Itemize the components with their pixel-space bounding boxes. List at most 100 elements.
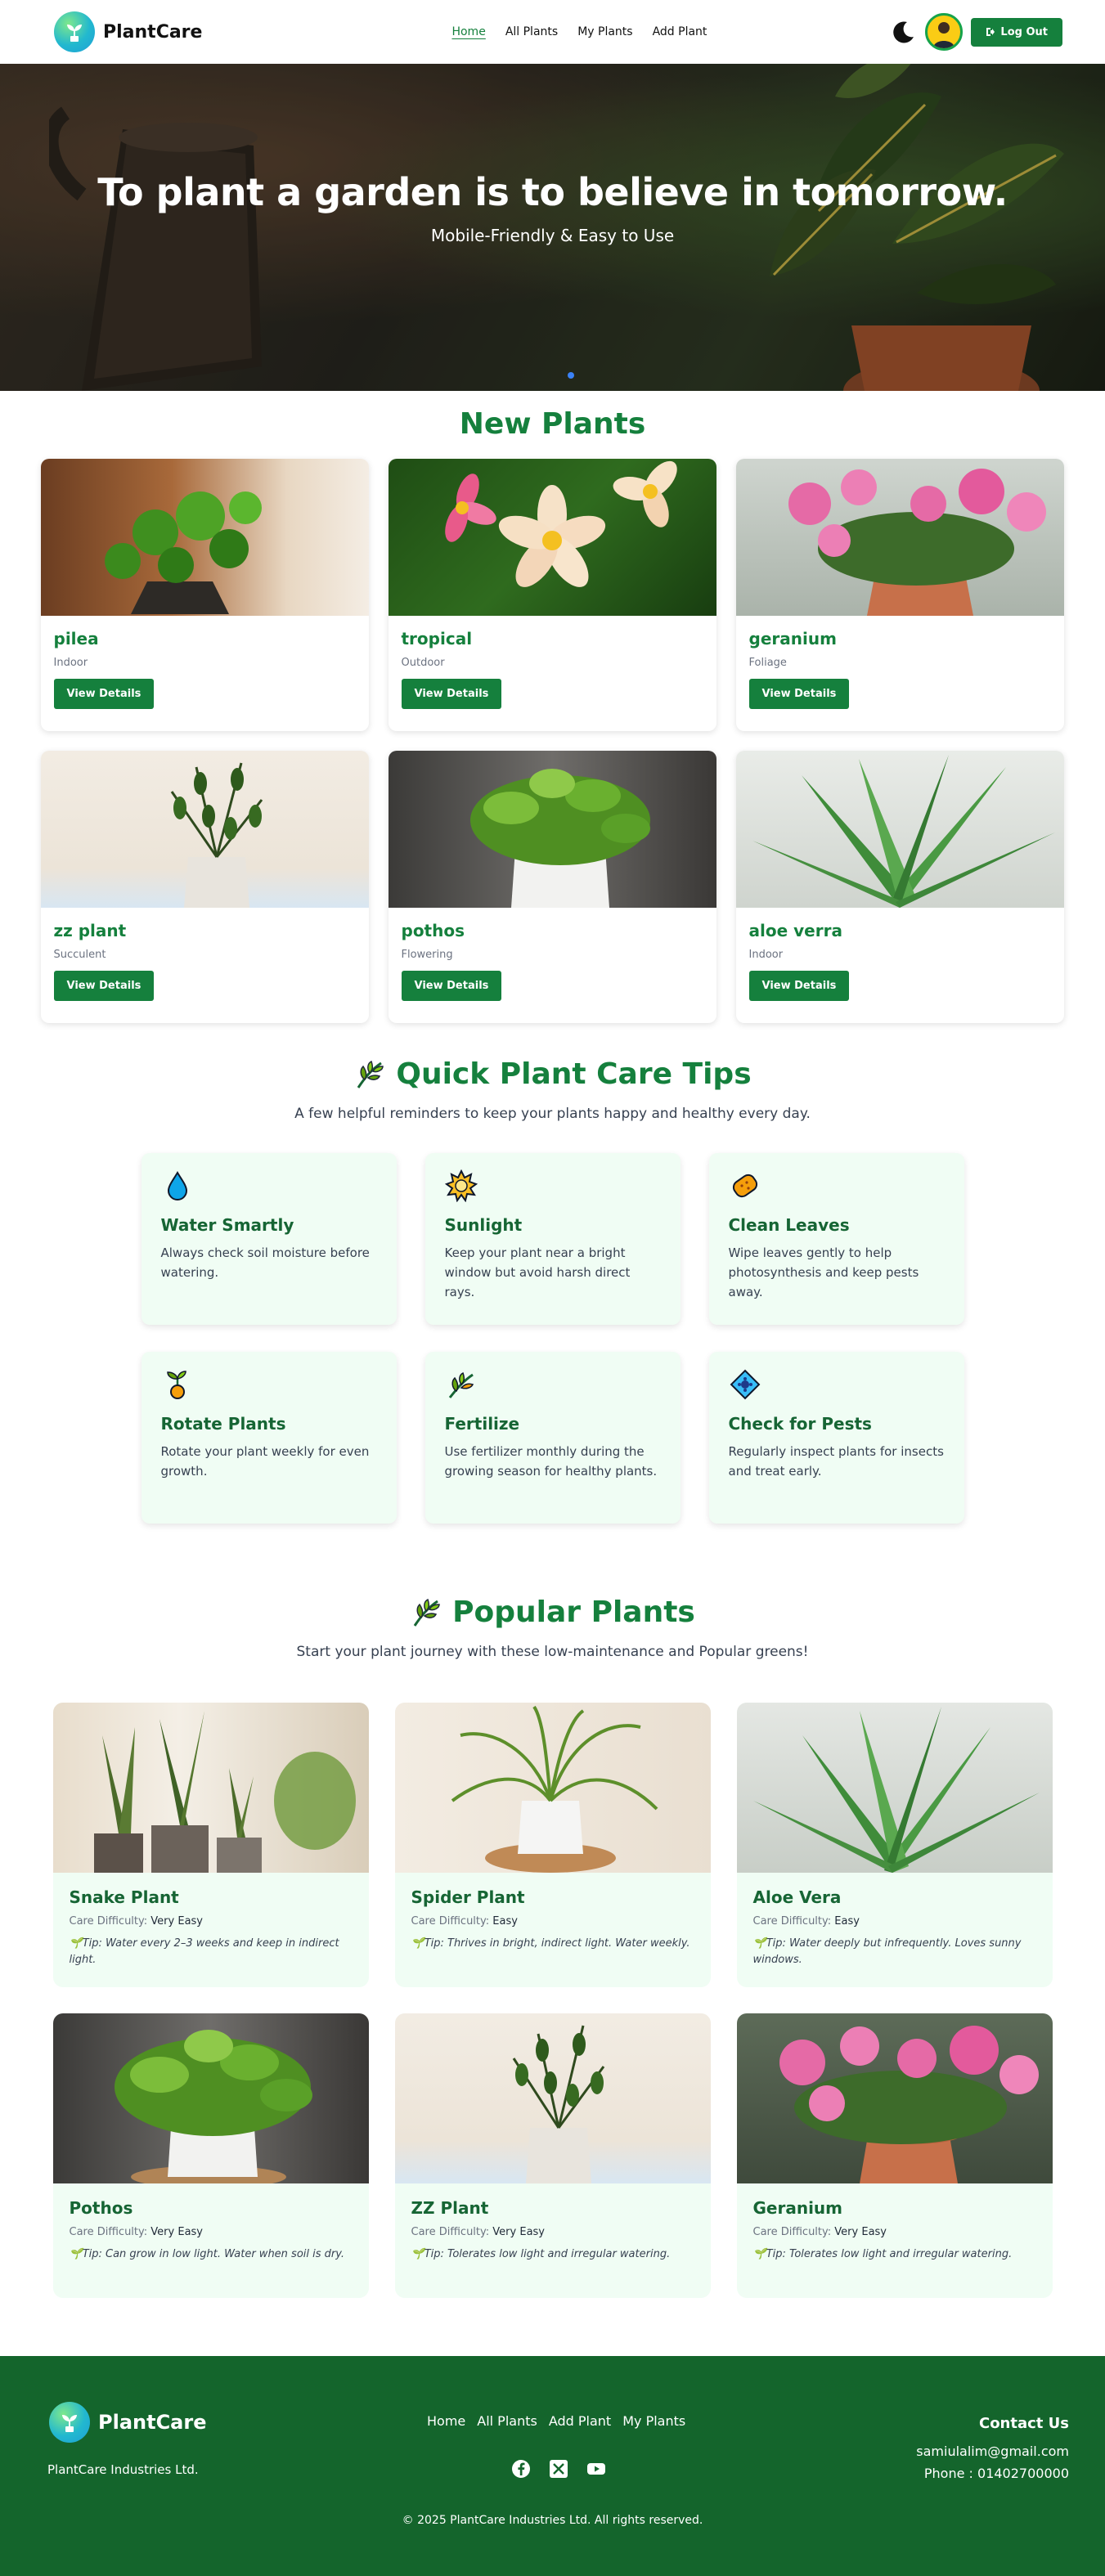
zz-plant-image bbox=[40, 751, 369, 908]
plant-tip: 🌱Tip: Water every 2–3 weeks and keep in … bbox=[69, 1937, 339, 1966]
plant-name: pilea bbox=[53, 629, 99, 648]
hero-title: To plant a garden is to believe in tomor… bbox=[97, 170, 1008, 214]
tip-title: Rotate Plants bbox=[160, 1414, 286, 1434]
aloe-vera-image bbox=[736, 1703, 1053, 1873]
plant-name: tropical bbox=[401, 629, 473, 648]
herb-icon bbox=[413, 1598, 440, 1627]
plant-name: geranium bbox=[748, 629, 837, 648]
popular-plant-card: Spider Plant Care Difficulty: Easy 🌱Tip:… bbox=[394, 1703, 711, 1987]
hero-subtitle: Mobile-Friendly & Easy to Use bbox=[430, 226, 675, 245]
popular-plant-name: Snake Plant bbox=[69, 1887, 179, 1907]
contact-phone: Phone : 01402700000 bbox=[923, 2466, 1069, 2481]
view-details-button[interactable]: View Details bbox=[748, 679, 850, 709]
aloe-vera-image bbox=[735, 751, 1064, 908]
tips-heading: Quick Plant Care Tips bbox=[0, 1057, 1105, 1091]
view-details-button[interactable]: View Details bbox=[748, 971, 850, 1001]
nav-add-plant[interactable]: Add Plant bbox=[653, 25, 707, 38]
plant-tip-text: Tip: Water deeply but infrequently. Love… bbox=[752, 1937, 1022, 1966]
plant-category: Indoor bbox=[748, 949, 784, 961]
care-difficulty: Care Difficulty: Very Easy bbox=[70, 1915, 353, 1928]
nav-all-plants[interactable]: All Plants bbox=[505, 25, 558, 38]
tip-text: Use fertilizer monthly during the growin… bbox=[444, 1444, 658, 1479]
pothos-image bbox=[52, 2013, 369, 2183]
tip-title: Sunlight bbox=[444, 1215, 523, 1235]
geranium-image bbox=[736, 2013, 1053, 2183]
popular-subtitle: Start your plant journey with these low-… bbox=[296, 1644, 809, 1660]
view-details-button[interactable]: View Details bbox=[53, 679, 155, 709]
tip-text: Regularly inspect plants for insects and… bbox=[728, 1444, 944, 1479]
logout-button[interactable]: Log Out bbox=[971, 17, 1062, 47]
plant-category: Flowering bbox=[401, 949, 453, 961]
difficulty-label: Care Difficulty: bbox=[752, 1915, 832, 1928]
difficulty-label: Care Difficulty: bbox=[752, 2226, 832, 2238]
popular-section: Popular Plants Start your plant journey … bbox=[0, 1524, 1105, 2298]
plant-logo-icon bbox=[54, 11, 95, 52]
difficulty-label: Care Difficulty: bbox=[69, 1915, 148, 1928]
facebook-icon[interactable] bbox=[511, 2459, 531, 2482]
plant-name: pothos bbox=[401, 921, 465, 940]
plant-card: pilea Indoor View Details bbox=[40, 459, 369, 731]
avatar[interactable] bbox=[925, 13, 964, 51]
tip-text: Wipe leaves gently to help photosynthesi… bbox=[728, 1245, 919, 1299]
carousel-dot[interactable] bbox=[568, 372, 574, 379]
plant-tip-text: Tip: Tolerates low light and irregular w… bbox=[424, 2248, 671, 2260]
tip-card: Sunlight Keep your plant near a bright w… bbox=[424, 1153, 681, 1325]
plant-tip-text: Tip: Thrives in bright, indirect light. … bbox=[424, 1937, 690, 1950]
tips-grid: Water Smartly Always check soil moisture… bbox=[141, 1153, 964, 1524]
footer-nav: Home All Plants Add Plant My Plants bbox=[427, 2413, 685, 2429]
droplet-icon bbox=[167, 1171, 187, 1200]
sun-icon bbox=[444, 1169, 478, 1203]
youtube-icon[interactable] bbox=[586, 2459, 606, 2482]
difficulty-label: Care Difficulty: bbox=[69, 2226, 148, 2238]
popular-grid: Snake Plant Care Difficulty: Very Easy 🌱… bbox=[52, 1703, 1053, 2298]
footer-link-home[interactable]: Home bbox=[427, 2413, 465, 2429]
brand-link[interactable]: PlantCare bbox=[54, 11, 202, 52]
popular-plant-name: Aloe Vera bbox=[752, 1887, 842, 1907]
popular-plant-name: Geranium bbox=[752, 2198, 843, 2218]
herb-icon bbox=[357, 1060, 384, 1088]
fertilizer-icon bbox=[448, 1371, 474, 1398]
plant-tip-text: Tip: Tolerates low light and irregular w… bbox=[766, 2248, 1013, 2260]
spider-plant-image bbox=[394, 1703, 711, 1873]
new-plants-title: New Plants bbox=[459, 407, 646, 441]
tip-title: Water Smartly bbox=[160, 1215, 294, 1235]
tip-card: Check for Pests Regularly inspect plants… bbox=[708, 1352, 964, 1524]
plant-tip: 🌱Tip: Thrives in bright, indirect light.… bbox=[411, 1937, 690, 1950]
view-details-button[interactable]: View Details bbox=[53, 971, 155, 1001]
tip-title: Clean Leaves bbox=[728, 1215, 850, 1235]
tip-card: Clean Leaves Wipe leaves gently to help … bbox=[708, 1153, 964, 1325]
plant-category: Succulent bbox=[53, 949, 106, 961]
footer-link-all-plants[interactable]: All Plants bbox=[477, 2413, 537, 2429]
care-difficulty: Care Difficulty: Very Easy bbox=[70, 2226, 353, 2238]
care-difficulty: Care Difficulty: Very Easy bbox=[753, 2226, 1036, 2238]
view-details-button[interactable]: View Details bbox=[401, 679, 502, 709]
hero-text: To plant a garden is to believe in tomor… bbox=[0, 170, 1105, 245]
nav-my-plants[interactable]: My Plants bbox=[577, 25, 632, 38]
sprout-icon bbox=[166, 1371, 186, 1399]
contact-title: Contact Us bbox=[978, 2415, 1069, 2432]
plant-category: Indoor bbox=[53, 657, 88, 669]
footer-brand[interactable]: PlantCare bbox=[49, 2402, 207, 2443]
geranium-image bbox=[735, 459, 1064, 616]
view-details-button[interactable]: View Details bbox=[401, 971, 502, 1001]
theme-toggle-moon-icon[interactable] bbox=[891, 19, 917, 45]
tip-card: Rotate Plants Rotate your plant weekly f… bbox=[141, 1352, 397, 1524]
difficulty-label: Care Difficulty: bbox=[411, 1915, 490, 1928]
nav-actions: Log Out bbox=[891, 13, 1062, 51]
footer-link-add-plant[interactable]: Add Plant bbox=[549, 2413, 611, 2429]
new-plants-section: New Plants pilea Indoor View Details tro… bbox=[0, 391, 1105, 1023]
tips-section: Quick Plant Care Tips A few helpful remi… bbox=[0, 1023, 1105, 1524]
nav-home[interactable]: Home bbox=[451, 25, 485, 38]
tip-title: Check for Pests bbox=[728, 1414, 872, 1434]
plant-category: Outdoor bbox=[401, 657, 445, 669]
popular-plant-name: ZZ Plant bbox=[411, 2198, 489, 2218]
difficulty-value: Easy bbox=[834, 1915, 860, 1928]
footer-company: PlantCare Industries Ltd. bbox=[47, 2462, 199, 2477]
plant-tip-text: Tip: Can grow in low light. Water when s… bbox=[82, 2248, 345, 2260]
plant-tip: 🌱Tip: Water deeply but infrequently. Lov… bbox=[752, 1937, 1022, 1966]
x-twitter-icon[interactable] bbox=[549, 2459, 568, 2482]
popular-heading: Popular Plants bbox=[0, 1595, 1105, 1629]
footer-link-my-plants[interactable]: My Plants bbox=[622, 2413, 685, 2429]
contact-email[interactable]: samiulalim@gmail.com bbox=[916, 2444, 1069, 2459]
care-difficulty: Care Difficulty: Very Easy bbox=[411, 2226, 694, 2238]
